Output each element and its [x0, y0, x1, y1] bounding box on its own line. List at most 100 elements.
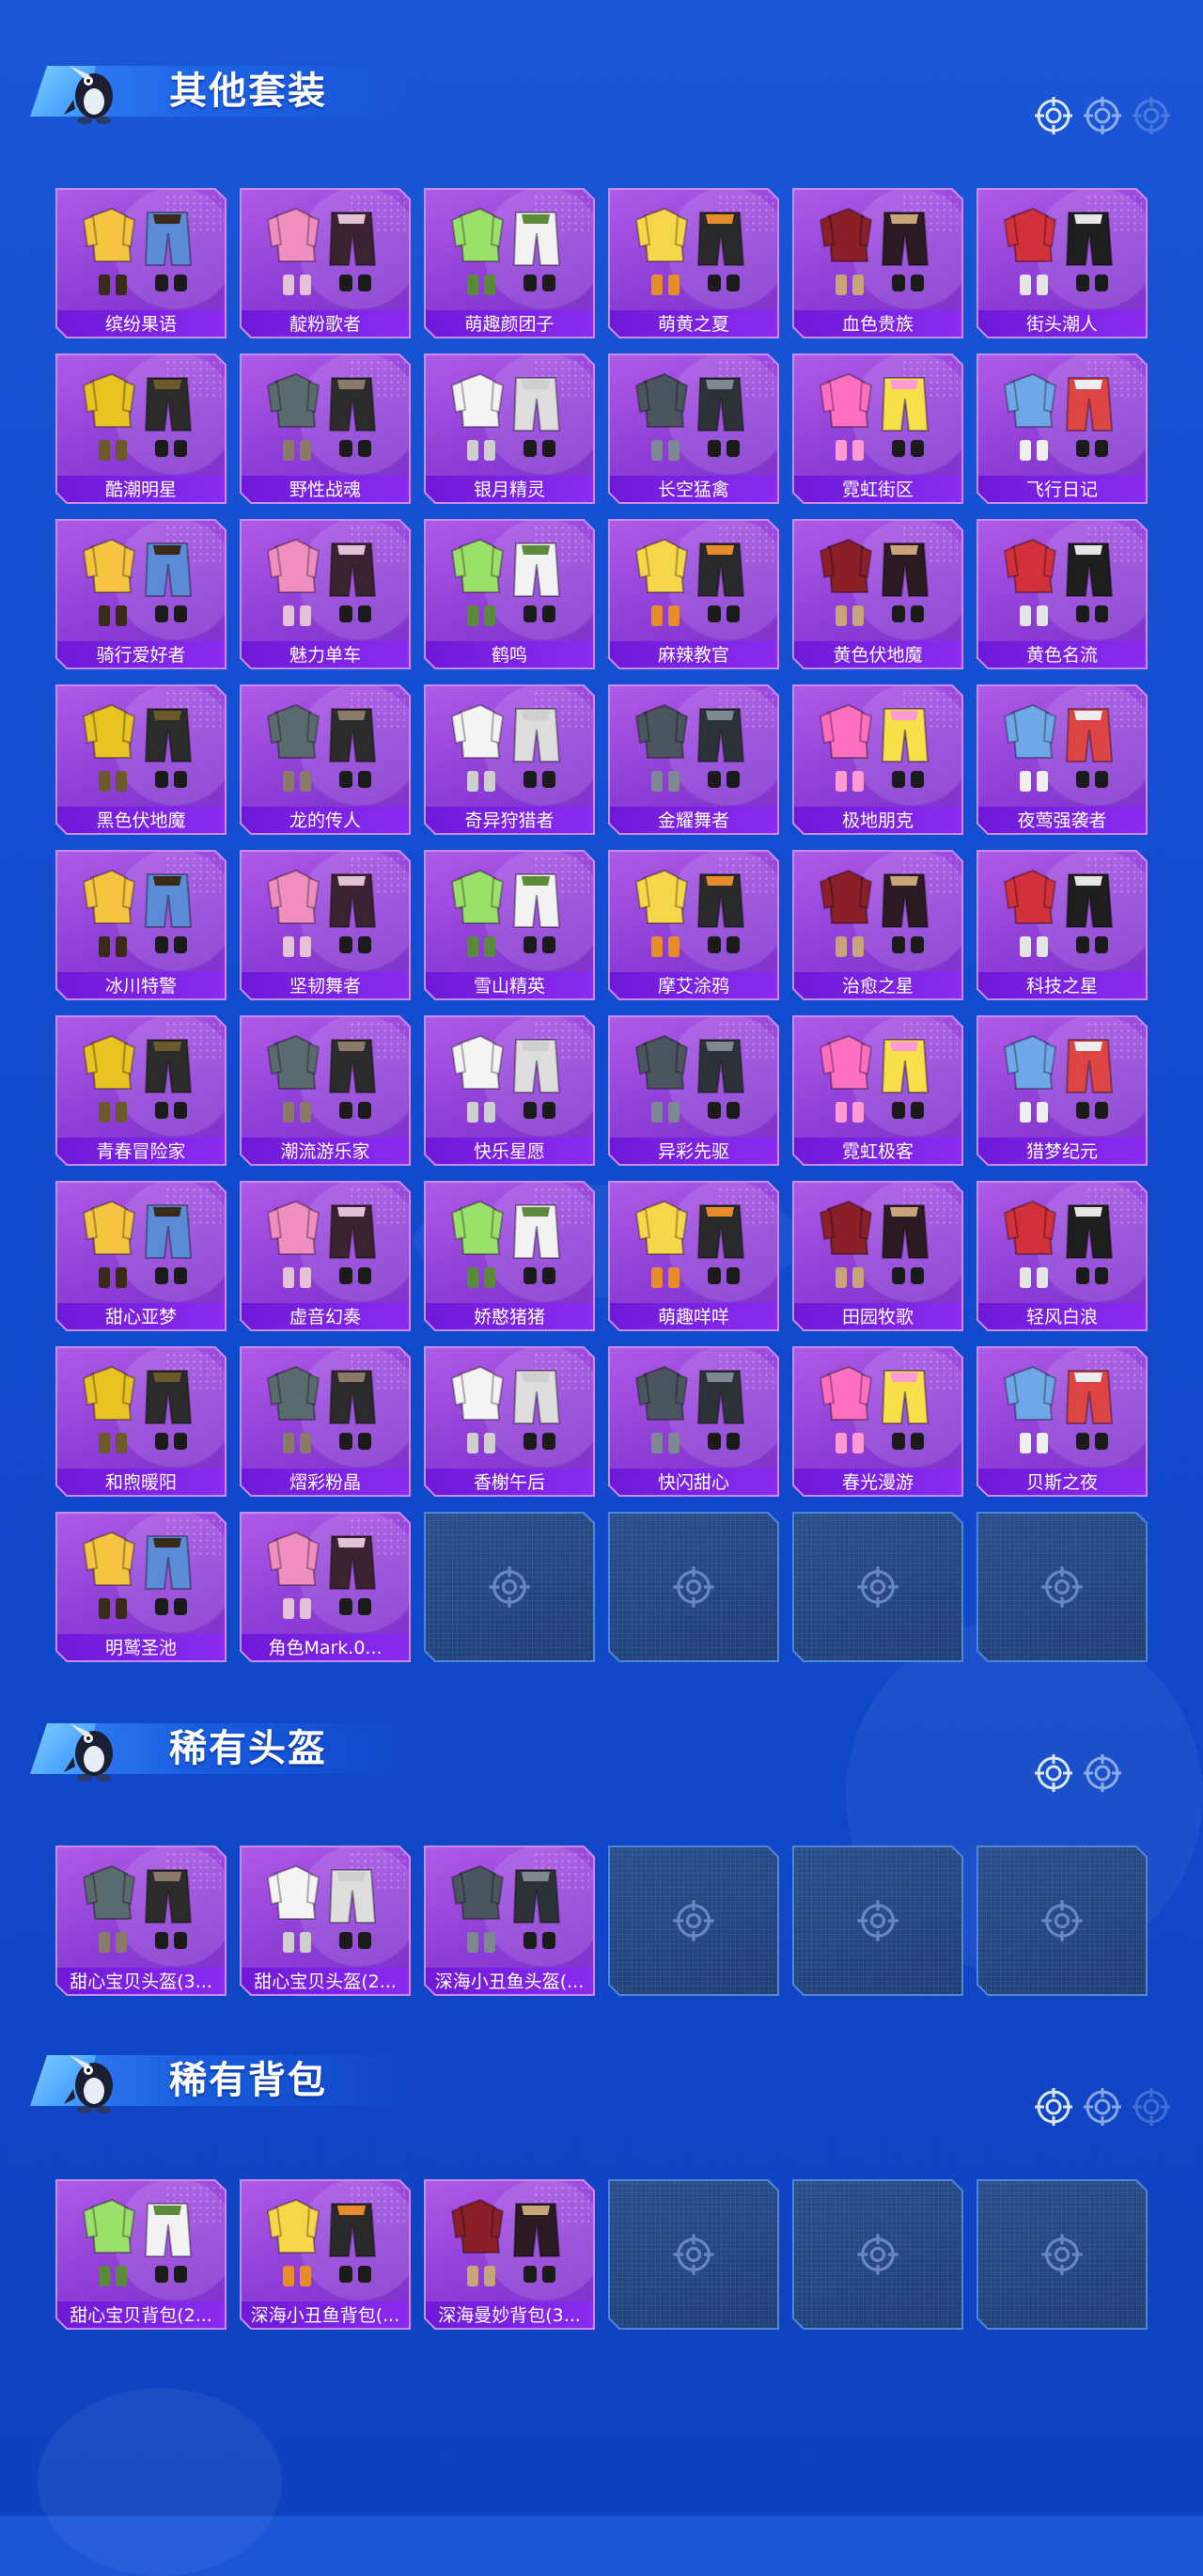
item-tile[interactable]: 甜心宝贝头盔(2... — [240, 1846, 411, 1996]
item-tile[interactable]: 田园牧歌 — [792, 1181, 963, 1331]
item-tile[interactable]: 野性战魂 — [240, 353, 411, 504]
item-tile[interactable]: 甜心宝贝头盔(3... — [55, 1846, 227, 1996]
item-tile[interactable]: 麻辣教官 — [608, 519, 779, 669]
item-image — [82, 1034, 193, 1123]
item-tile[interactable]: 春光漫游 — [792, 1346, 963, 1497]
item-tile[interactable]: 酷潮明星 — [55, 353, 227, 504]
item-tile[interactable]: 飞行日记 — [976, 353, 1148, 504]
item-tile[interactable]: 黄色名流 — [976, 519, 1148, 669]
item-tile[interactable]: 鹤鸣 — [424, 519, 595, 669]
empty-slot — [792, 1846, 963, 1996]
target-crosshair-icon — [1084, 2088, 1121, 2126]
item-tile[interactable]: 萌趣咩咩 — [608, 1181, 779, 1331]
item-image — [1003, 372, 1114, 461]
item-tile[interactable]: 血色贵族 — [792, 188, 963, 338]
item-tile[interactable]: 娇憨猪猪 — [424, 1181, 595, 1331]
item-tile[interactable]: 深海曼妙背包(3... — [424, 2179, 595, 2330]
item-name: 明鹫圣池 — [104, 1638, 177, 1658]
item-tile[interactable]: 甜心宝贝背包(2... — [55, 2179, 227, 2330]
item-image — [82, 703, 193, 792]
item-tile[interactable]: 雪山精英 — [424, 850, 595, 1000]
item-tile[interactable]: 坚韧舞者 — [240, 850, 411, 1000]
item-name: 骑行爱好者 — [96, 645, 186, 666]
item-name: 夜莺强袭者 — [1017, 810, 1107, 831]
item-tile[interactable]: 冰川特警 — [55, 850, 227, 1000]
crosshair-placeholder-icon — [857, 1900, 898, 1941]
item-tile[interactable]: 深海小丑鱼头盔(... — [424, 1846, 595, 1996]
item-image — [1003, 1200, 1114, 1288]
item-tile[interactable]: 缤纷果语 — [55, 188, 227, 338]
item-tile[interactable]: 魅力单车 — [240, 519, 411, 669]
item-tile[interactable]: 轻风白浪 — [976, 1181, 1148, 1331]
target-crosshair-icon — [1035, 2088, 1072, 2126]
item-tile[interactable]: 熠彩粉晶 — [240, 1346, 411, 1497]
item-image — [1003, 538, 1114, 626]
item-tile[interactable]: 奇异狩猎者 — [424, 684, 595, 835]
item-name: 霓虹极客 — [841, 1141, 914, 1162]
item-tile[interactable]: 长空猛禽 — [608, 353, 779, 504]
item-tile[interactable]: 夜莺强袭者 — [976, 684, 1148, 835]
item-name: 熠彩粉晶 — [289, 1472, 361, 1493]
item-tile[interactable]: 和煦暖阳 — [55, 1346, 227, 1497]
item-name: 异彩先驱 — [657, 1141, 729, 1162]
item-tile[interactable]: 靛粉歌者 — [240, 188, 411, 338]
item-tile[interactable]: 快乐星愿 — [424, 1015, 595, 1166]
item-name: 极地朋克 — [841, 810, 914, 831]
item-image — [819, 207, 930, 295]
item-image — [450, 372, 561, 461]
item-image — [819, 1200, 930, 1288]
item-name: 长空猛禽 — [657, 479, 729, 500]
item-tile[interactable]: 贝斯之夜 — [976, 1346, 1148, 1497]
target-crosshair-icon — [1035, 97, 1072, 134]
target-crosshair-icon — [1035, 1754, 1072, 1792]
item-tile[interactable]: 萌趣颜团子 — [424, 188, 595, 338]
item-tile[interactable]: 角色Mark.0... — [240, 1512, 411, 1662]
item-tile[interactable]: 摩艾涂鸦 — [608, 850, 779, 1000]
item-name: 鹤鸣 — [491, 645, 527, 666]
item-tile[interactable]: 萌黄之夏 — [608, 188, 779, 338]
empty-slot — [976, 2179, 1148, 2330]
item-name: 青春冒险家 — [96, 1141, 186, 1162]
item-name: 麻辣教官 — [657, 645, 729, 666]
item-tile[interactable]: 街头潮人 — [976, 188, 1148, 338]
item-name: 甜心宝贝头盔(3... — [70, 1971, 212, 1992]
item-tile[interactable]: 青春冒险家 — [55, 1015, 227, 1166]
item-tile[interactable]: 虚音幻奏 — [240, 1181, 411, 1331]
item-tile[interactable]: 龙的传人 — [240, 684, 411, 835]
item-tile[interactable]: 极地朋克 — [792, 684, 963, 835]
item-name: 血色贵族 — [841, 314, 914, 335]
item-tile[interactable]: 潮流游乐家 — [240, 1015, 411, 1166]
item-image — [634, 1365, 745, 1453]
item-tile[interactable]: 黑色伏地魔 — [55, 684, 227, 835]
item-tile[interactable]: 骑行爱好者 — [55, 519, 227, 669]
item-name: 奇异狩猎者 — [464, 810, 555, 831]
crosshair-placeholder-icon — [857, 2234, 898, 2275]
item-tile[interactable]: 甜心亚梦 — [55, 1181, 227, 1331]
item-tile[interactable]: 霓虹街区 — [792, 353, 963, 504]
item-image — [1003, 869, 1114, 957]
crosshair-placeholder-icon — [1041, 1566, 1083, 1608]
item-tile[interactable]: 香榭午后 — [424, 1346, 595, 1497]
item-tile[interactable]: 治愈之星 — [792, 850, 963, 1000]
section-header: 稀有背包 — [30, 2048, 406, 2113]
item-name: 深海小丑鱼背包(... — [250, 2305, 400, 2326]
item-tile[interactable]: 明鹫圣池 — [55, 1512, 227, 1662]
item-name: 萌趣咩咩 — [657, 1307, 729, 1327]
item-tile[interactable]: 快闪甜心 — [608, 1346, 779, 1497]
item-tile[interactable]: 金耀舞者 — [608, 684, 779, 835]
item-tile[interactable]: 黄色伏地魔 — [792, 519, 963, 669]
item-tile[interactable]: 银月精灵 — [424, 353, 595, 504]
item-tile[interactable]: 异彩先驱 — [608, 1015, 779, 1166]
item-tile[interactable]: 霓虹极客 — [792, 1015, 963, 1166]
item-image — [634, 703, 745, 792]
item-image — [450, 1864, 561, 1953]
empty-slot — [792, 1512, 963, 1662]
item-image — [634, 869, 745, 957]
item-tile[interactable]: 深海小丑鱼背包(... — [240, 2179, 411, 2330]
item-image — [266, 1864, 377, 1953]
item-tile[interactable]: 科技之星 — [976, 850, 1148, 1000]
item-tile[interactable]: 猎梦纪元 — [976, 1015, 1148, 1166]
item-image — [634, 372, 745, 461]
empty-slot — [608, 1846, 779, 1996]
item-name: 黄色名流 — [1025, 645, 1098, 666]
